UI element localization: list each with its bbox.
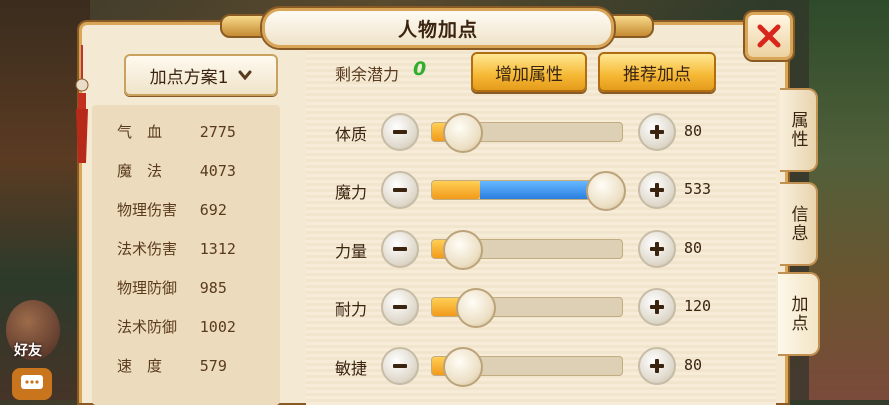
stat-label: 魔 法	[117, 162, 163, 180]
decrease-button[interactable]	[381, 113, 419, 151]
increase-button[interactable]	[638, 347, 676, 385]
minus-icon	[393, 130, 407, 134]
chevron-down-icon	[238, 70, 252, 80]
attribute-value: 533	[684, 180, 712, 198]
attribute-slider[interactable]	[431, 171, 626, 211]
game-background-right	[809, 0, 889, 400]
add-attribute-button[interactable]: 增加属性	[471, 52, 587, 92]
stat-value: 692	[199, 201, 227, 219]
minus-icon	[393, 305, 407, 309]
slider-knob[interactable]	[586, 171, 626, 211]
decrease-button[interactable]	[381, 347, 419, 385]
attribute-slider[interactable]	[431, 347, 623, 387]
recommend-points-button[interactable]: 推荐加点	[598, 52, 716, 92]
remaining-potential-label: 剩余潜力	[335, 65, 400, 84]
attribute-label: 魔力	[335, 183, 368, 202]
minus-icon	[393, 364, 407, 368]
decrease-button[interactable]	[381, 288, 419, 326]
attribute-value: 120	[684, 297, 712, 315]
stat-value: 4073	[199, 162, 236, 180]
slider-knob[interactable]	[443, 230, 483, 270]
plus-icon	[650, 359, 664, 373]
remaining-potential-value: 0	[413, 58, 427, 80]
attribute-label: 耐力	[335, 300, 368, 319]
increase-button[interactable]	[638, 171, 676, 209]
plus-icon	[650, 183, 664, 197]
increase-button[interactable]	[638, 230, 676, 268]
slider-knob[interactable]	[443, 347, 483, 387]
attribute-value: 80	[684, 239, 703, 257]
stat-label: 法术伤害	[117, 240, 178, 258]
stat-row-phys-def: 物理防御 985	[117, 277, 227, 298]
stat-row-magic-def: 法术防御 1002	[117, 316, 236, 337]
attribute-slider[interactable]	[431, 113, 623, 153]
stat-row-hp: 气 血 2775	[117, 121, 236, 142]
attribute-label: 力量	[335, 242, 368, 261]
attribute-label: 体质	[335, 125, 368, 144]
attribute-value: 80	[684, 356, 703, 374]
stat-label: 法术防御	[117, 318, 178, 336]
stat-row-mp: 魔 法 4073	[117, 160, 236, 181]
increase-button[interactable]	[638, 288, 676, 326]
close-icon	[757, 24, 781, 48]
plus-icon	[650, 125, 664, 139]
attribute-slider[interactable]	[431, 230, 623, 270]
stat-value: 579	[199, 357, 227, 375]
chat-icon	[21, 375, 43, 389]
minus-icon	[393, 247, 407, 251]
slider-knob[interactable]	[456, 288, 496, 328]
tab-info[interactable]: 信息	[780, 182, 818, 266]
chat-button[interactable]	[12, 368, 52, 400]
attribute-slider[interactable]	[431, 288, 623, 328]
stat-row-magic-dmg: 法术伤害 1312	[117, 238, 236, 259]
attribute-label: 敏捷	[335, 359, 368, 378]
points-panel	[306, 45, 776, 405]
attribute-value: 80	[684, 122, 703, 140]
stat-value: 1002	[199, 318, 236, 336]
stat-row-phys-dmg: 物理伤害 692	[117, 199, 227, 220]
plan-dropdown[interactable]: 加点方案1	[124, 54, 278, 96]
tab-add-points[interactable]: 加点	[778, 272, 820, 356]
friend-label: 好友	[14, 343, 42, 359]
stat-value: 1312	[199, 240, 236, 258]
increase-button[interactable]	[638, 113, 676, 151]
stat-label: 物理防御	[117, 279, 178, 297]
plus-icon	[650, 300, 664, 314]
stat-value: 985	[199, 279, 227, 297]
decrease-button[interactable]	[381, 171, 419, 209]
stat-label: 速 度	[117, 357, 163, 375]
title-bar: 人物加点	[262, 8, 614, 48]
decrease-button[interactable]	[381, 230, 419, 268]
tassel-ornament	[75, 45, 89, 163]
slider-knob[interactable]	[443, 113, 483, 153]
window-title: 人物加点	[397, 18, 478, 41]
stat-value: 2775	[199, 123, 236, 141]
close-button[interactable]	[745, 12, 793, 60]
slider-fill	[432, 181, 480, 199]
plan-selected-label: 加点方案1	[149, 67, 229, 88]
plus-icon	[650, 242, 664, 256]
stat-row-speed: 速 度 579	[117, 355, 227, 376]
minus-icon	[393, 188, 407, 192]
tab-attributes[interactable]: 属性	[780, 88, 818, 172]
stat-label: 物理伤害	[117, 201, 178, 219]
stat-label: 气 血	[117, 123, 163, 141]
